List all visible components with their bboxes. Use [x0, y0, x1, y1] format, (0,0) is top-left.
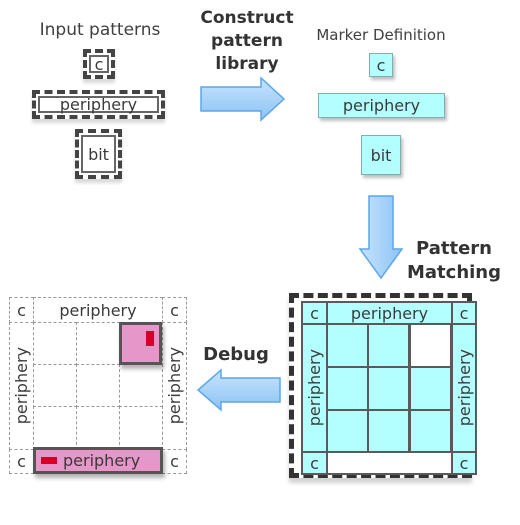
arrow-down-icon: [358, 195, 404, 280]
input-patterns-title: Input patterns: [39, 20, 161, 40]
pattern-matching-line-1: Pattern: [416, 238, 492, 259]
debug-bit-cell: [33, 406, 77, 450]
matched-corner-bottom-left: c: [301, 451, 328, 475]
debug-label: Debug: [203, 344, 269, 365]
debug-bit-cell: [76, 322, 120, 366]
construct-label-line-2: pattern: [211, 31, 283, 51]
matched-periphery-left-label: periphery: [305, 349, 324, 427]
matched-bit-cell: [409, 366, 452, 411]
debug-corner-top-left: c: [9, 297, 34, 323]
error-marker-icon: [41, 457, 57, 464]
matched-bit-cell: [326, 409, 369, 454]
input-pattern-c: c: [83, 49, 115, 79]
input-pattern-periphery: periphery: [32, 90, 165, 119]
debug-periphery-top: periphery: [33, 297, 163, 323]
debug-bit-cell: [119, 406, 163, 450]
debug-corner-bottom-right: c: [162, 449, 187, 474]
debug-bit-cell: [33, 322, 77, 366]
matched-array: c periphery c periphery periphery c c: [289, 293, 477, 478]
matched-bit-cell: [326, 323, 369, 368]
matched-bit-cell: [326, 366, 369, 411]
construct-label-line-1: Construct: [200, 8, 294, 28]
pattern-matching-label: Pattern Matching: [404, 237, 504, 285]
matched-bit-cell: [367, 409, 410, 454]
matched-periphery-bottom-unmatched: [326, 451, 453, 475]
matched-corner-top-right: c: [451, 301, 477, 325]
marker-bit: bit: [361, 135, 401, 175]
debug-periphery-right: periphery: [162, 322, 187, 450]
matched-bit-cell: [367, 366, 410, 411]
matched-periphery-left: periphery: [301, 323, 328, 453]
debug-flagged-periphery-bottom[interactable]: periphery: [33, 447, 163, 474]
matched-bit-cell: [367, 323, 410, 368]
debug-periphery-left: periphery: [9, 322, 34, 450]
matched-corner-top-left: c: [301, 301, 328, 325]
input-pattern-bit: bit: [75, 129, 122, 179]
marker-c: c: [369, 53, 393, 77]
input-pattern-periphery-label: periphery: [38, 95, 159, 114]
debug-flagged-bit-cell[interactable]: [119, 322, 162, 365]
debug-bit-cell: [119, 364, 163, 408]
matched-bit-cell: [409, 409, 452, 454]
debug-bit-cell: [76, 364, 120, 408]
arrow-right-icon: [200, 76, 286, 122]
debug-periphery-right-label: periphery: [165, 347, 184, 425]
debug-bit-cell: [76, 406, 120, 450]
input-pattern-bit-label: bit: [81, 135, 116, 173]
matched-periphery-top: periphery: [326, 301, 453, 325]
construct-label: Construct pattern library: [192, 7, 302, 76]
debug-bit-cell: [33, 364, 77, 408]
pattern-matching-line-2: Matching: [406, 262, 502, 283]
matched-corner-bottom-right: c: [451, 451, 477, 475]
input-pattern-c-label: c: [89, 55, 109, 74]
arrow-left-icon: [196, 368, 281, 412]
marker-periphery: periphery: [318, 93, 445, 118]
matched-periphery-right-label: periphery: [454, 349, 474, 427]
error-marker-icon: [146, 331, 154, 346]
debug-periphery-bottom-label: periphery: [63, 451, 141, 470]
marker-definition-title: Marker Definition: [316, 26, 446, 44]
matched-bit-cell: [409, 323, 452, 368]
debug-view: c periphery c periphery periphery c c pe…: [9, 297, 187, 474]
debug-periphery-left-label: periphery: [12, 347, 31, 425]
matched-periphery-right: periphery: [451, 323, 477, 453]
debug-corner-bottom-left: c: [9, 449, 34, 474]
construct-label-line-3: library: [215, 54, 279, 74]
debug-corner-top-right: c: [162, 297, 187, 323]
